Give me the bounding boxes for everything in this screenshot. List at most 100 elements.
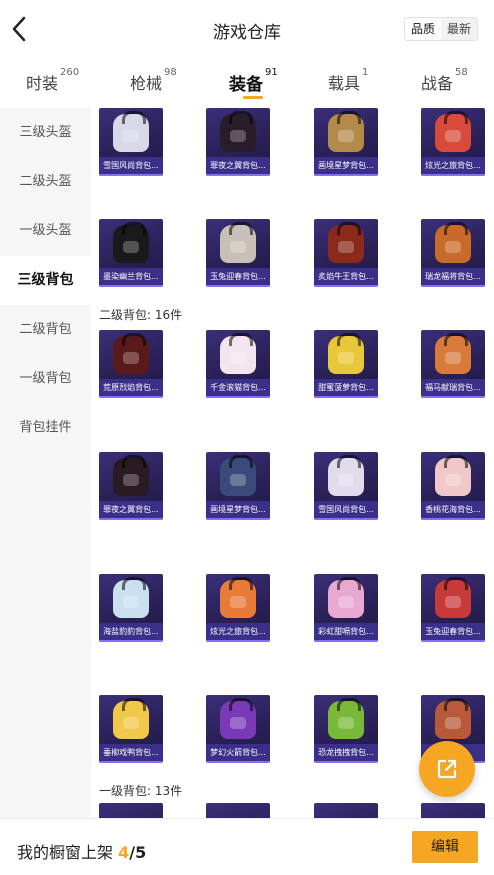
- external-link-icon: [437, 759, 457, 779]
- item-card[interactable]: 福马献瑞背包...: [421, 330, 485, 398]
- share-button[interactable]: [419, 741, 475, 797]
- active-tab-indicator: [243, 96, 263, 99]
- showcase-label: 我的橱窗上架: [17, 843, 114, 862]
- item-name: 恐龙拽拽背包...: [314, 744, 378, 761]
- sort-option-quality[interactable]: 品质: [405, 18, 441, 40]
- tab-count: 1: [362, 67, 369, 78]
- item-card[interactable]: 恐龙拽拽背包...: [314, 695, 378, 763]
- sidebar-item-level2-backpack[interactable]: 二级背包: [0, 305, 91, 354]
- item-card[interactable]: 甜蜜菠萝背包...: [314, 330, 378, 398]
- sidebar-item-level3-helmet[interactable]: 三级头盔: [0, 108, 91, 157]
- backpack-image: [435, 333, 471, 374]
- showcase-status: 我的橱窗上架 4/5: [17, 839, 146, 863]
- item-name: 彩虹甜嗝背包...: [314, 623, 378, 640]
- item-card[interactable]: 荒原烈焰背包...: [99, 330, 163, 398]
- item-name: 玉兔迎春背包...: [421, 623, 485, 640]
- backpack-image: [113, 577, 149, 618]
- item-card[interactable]: 画境星梦背包...: [314, 108, 378, 176]
- backpack-image: [328, 111, 364, 152]
- sidebar-item-level2-helmet[interactable]: 二级头盔: [0, 157, 91, 206]
- item-name: 炫光之旅背包...: [206, 623, 270, 640]
- item-card[interactable]: 玉兔迎春背包...: [206, 219, 270, 287]
- tab-equipment[interactable]: 装备91: [229, 67, 278, 95]
- item-card[interactable]: 海盐豹豹背包...: [99, 574, 163, 642]
- backpack-image: [328, 698, 364, 739]
- item-name: 画境星梦背包...: [206, 501, 270, 518]
- backpack-image: [328, 455, 364, 496]
- sidebar: 三级头盔 二级头盔 一级头盔 三级背包 二级背包 一级背包 背包挂件: [0, 108, 91, 818]
- edit-button[interactable]: 编辑: [412, 831, 478, 863]
- section-label-level1: 一级背包: 13件: [99, 784, 183, 798]
- item-name: 雪国风尚背包...: [314, 501, 378, 518]
- item-card[interactable]: 梦幻火箭背包...: [206, 695, 270, 763]
- backpack-image: [220, 698, 256, 739]
- header: 游戏仓库 品质 最新: [0, 0, 494, 58]
- item-name: 画境星梦背包...: [314, 157, 378, 174]
- item-name: 瑞龙福将背包...: [421, 268, 485, 285]
- section-label-level2: 二级背包: 16件: [99, 308, 183, 322]
- tab-label: 装备: [229, 75, 263, 95]
- item-name: 海盐豹豹背包...: [99, 623, 163, 640]
- backpack-image: [220, 455, 256, 496]
- backpack-image: [435, 577, 471, 618]
- backpack-image: [435, 455, 471, 496]
- item-card[interactable]: 瑞龙福将背包...: [421, 219, 485, 287]
- item-name: 罪夜之翼背包...: [99, 501, 163, 518]
- item-card[interactable]: 罪夜之翼背包...: [99, 452, 163, 520]
- item-card[interactable]: 罪夜之翼背包...: [206, 108, 270, 176]
- backpack-image: [435, 222, 471, 263]
- item-name: 香桃花海背包...: [421, 501, 485, 518]
- item-card[interactable]: 垂柳戏鸭背包...: [99, 695, 163, 763]
- sidebar-item-level1-backpack[interactable]: 一级背包: [0, 354, 91, 403]
- tab-count: 98: [164, 67, 177, 78]
- backpack-image: [113, 111, 149, 152]
- item-name: 甜蜜菠萝背包...: [314, 379, 378, 396]
- sidebar-item-level3-backpack[interactable]: 三级背包: [0, 256, 91, 305]
- item-card[interactable]: 画境星梦背包...: [206, 452, 270, 520]
- item-card[interactable]: 香桃花海背包...: [421, 452, 485, 520]
- backpack-image: [113, 698, 149, 739]
- item-name: 福马献瑞背包...: [421, 379, 485, 396]
- showcase-count: 4: [118, 843, 130, 862]
- backpack-image: [328, 333, 364, 374]
- item-card[interactable]: 炙焰牛王背包...: [314, 219, 378, 287]
- item-card-partial[interactable]: [99, 803, 163, 818]
- item-name: 垂柳戏鸭背包...: [99, 744, 163, 761]
- tab-weapons[interactable]: 枪械98: [130, 67, 177, 94]
- item-name: 千金滚猫背包...: [206, 379, 270, 396]
- item-card-partial[interactable]: [206, 803, 270, 818]
- item-card[interactable]: 炫光之旅背包...: [206, 574, 270, 642]
- item-name: 罪夜之翼背包...: [206, 157, 270, 174]
- backpack-image: [220, 111, 256, 152]
- tab-count: 260: [60, 67, 80, 78]
- item-card[interactable]: 炫光之旅背包...: [421, 108, 485, 176]
- tab-fashion[interactable]: 时装260: [26, 67, 80, 94]
- item-card[interactable]: 彩虹甜嗝背包...: [314, 574, 378, 642]
- sidebar-item-level1-helmet[interactable]: 一级头盔: [0, 206, 91, 255]
- item-card[interactable]: 墨染幽兰背包...: [99, 219, 163, 287]
- item-card[interactable]: 雪国风尚背包...: [314, 452, 378, 520]
- backpack-image: [328, 577, 364, 618]
- item-card-partial[interactable]: [421, 803, 485, 818]
- tab-supplies[interactable]: 战备58: [421, 67, 468, 94]
- backpack-image: [113, 333, 149, 374]
- backpack-image: [220, 333, 256, 374]
- backpack-image: [220, 577, 256, 618]
- item-card[interactable]: 玉兔迎春背包...: [421, 574, 485, 642]
- bottom-bar: 我的橱窗上架 4/5 编辑: [0, 818, 494, 875]
- item-name: 梦幻火箭背包...: [206, 744, 270, 761]
- sort-option-newest[interactable]: 最新: [441, 18, 477, 40]
- tab-vehicles[interactable]: 载具1: [328, 67, 369, 94]
- showcase-total: /5: [129, 843, 147, 862]
- tab-label: 战备: [421, 74, 454, 93]
- item-card[interactable]: 千金滚猫背包...: [206, 330, 270, 398]
- sidebar-item-backpack-pendant[interactable]: 背包挂件: [0, 403, 91, 452]
- item-card-partial[interactable]: [314, 803, 378, 818]
- item-name: 荒原烈焰背包...: [99, 379, 163, 396]
- sort-toggle: 品质 最新: [404, 17, 478, 41]
- backpack-image: [328, 222, 364, 263]
- item-card[interactable]: 雪国风尚背包...: [99, 108, 163, 176]
- item-name: 炙焰牛王背包...: [314, 268, 378, 285]
- backpack-image: [113, 222, 149, 263]
- tab-count: 58: [455, 67, 468, 78]
